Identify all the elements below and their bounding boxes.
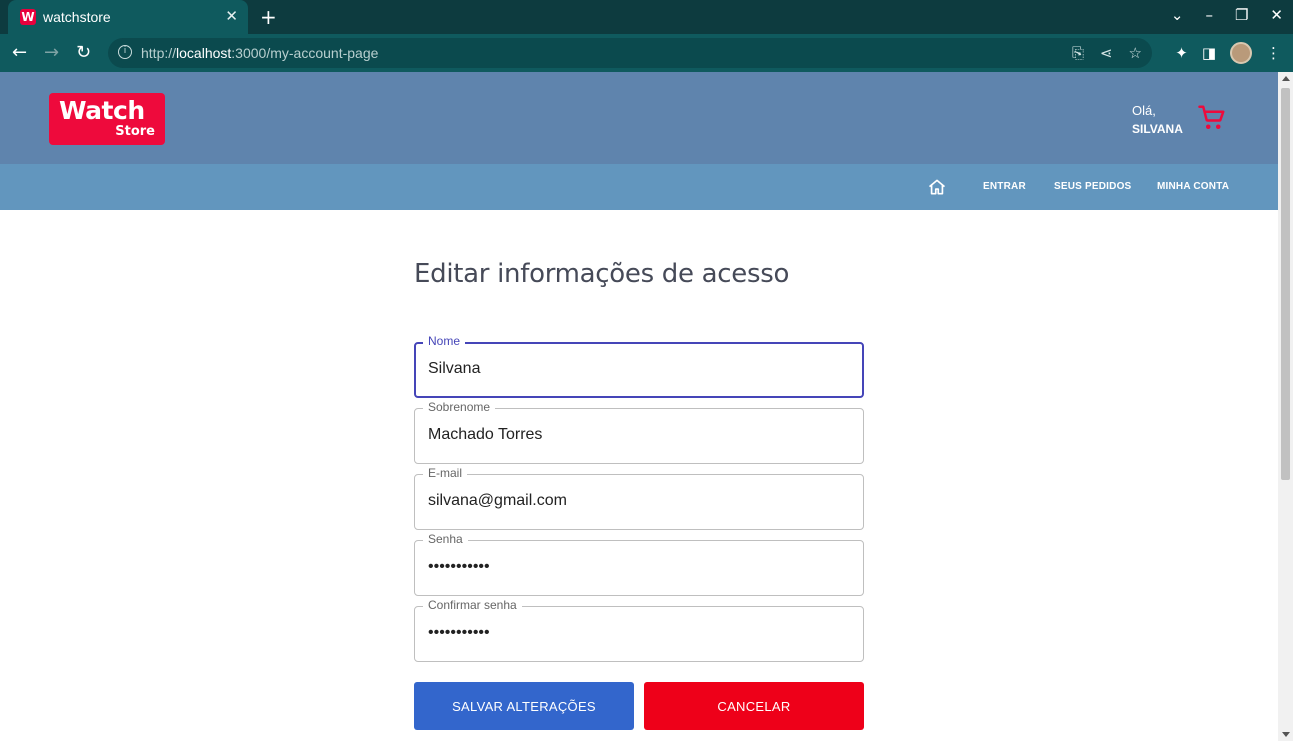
side-panel-icon[interactable]: ◨ xyxy=(1202,44,1216,62)
home-icon[interactable] xyxy=(927,177,947,197)
user-greeting: Olá, SILVANA xyxy=(1132,102,1183,138)
close-tab-icon[interactable]: ✕ xyxy=(225,7,238,25)
extensions-icon[interactable]: ✦ xyxy=(1175,44,1188,62)
confirm-password-field[interactable]: Confirmar senha xyxy=(414,598,864,662)
browser-tab[interactable]: W watchstore ✕ xyxy=(8,0,248,34)
page-title: Editar informações de acesso xyxy=(414,259,790,289)
greeting-text: Olá, xyxy=(1132,103,1156,118)
browser-tab-bar: W watchstore ✕ + ⌄ – ❐ ✕ xyxy=(0,0,1293,34)
back-icon[interactable]: ← xyxy=(12,42,27,63)
share-icon[interactable]: ⋖ xyxy=(1100,44,1113,62)
scroll-up-icon[interactable] xyxy=(1282,76,1290,81)
last-name-input[interactable] xyxy=(428,426,848,444)
user-name: SILVANA xyxy=(1132,122,1183,136)
site-nav: ENTRAR SEUS PEDIDOS MINHA CONTA xyxy=(0,164,1278,210)
nav-link-minha-conta[interactable]: MINHA CONTA xyxy=(1157,181,1229,192)
minimize-icon[interactable]: – xyxy=(1205,6,1213,24)
email-input[interactable] xyxy=(428,492,848,510)
close-window-icon[interactable]: ✕ xyxy=(1270,6,1283,24)
tab-title: watchstore xyxy=(43,9,111,25)
address-bar[interactable]: i http://localhost:3000/my-account-page … xyxy=(108,38,1152,68)
nav-link-seus-pedidos[interactable]: SEUS PEDIDOS xyxy=(1054,181,1131,192)
last-name-field[interactable]: Sobrenome xyxy=(414,400,864,464)
first-name-input[interactable] xyxy=(428,360,848,378)
profile-avatar[interactable] xyxy=(1230,42,1252,64)
field-label: Senha xyxy=(423,532,468,546)
first-name-field[interactable]: Nome xyxy=(414,334,864,398)
email-field[interactable]: E-mail xyxy=(414,466,864,530)
page-scrollbar[interactable] xyxy=(1278,72,1293,741)
menu-kebab-icon[interactable]: ⋮ xyxy=(1266,44,1281,62)
watchstore-logo[interactable]: Watch Store xyxy=(49,93,165,145)
translate-icon[interactable]: ⎘ xyxy=(1072,44,1084,62)
restore-icon[interactable]: ❐ xyxy=(1235,6,1248,24)
reload-icon[interactable]: ↻ xyxy=(76,42,91,63)
site-info-icon[interactable]: i xyxy=(118,45,132,59)
shopping-cart-icon[interactable] xyxy=(1197,103,1227,133)
url-text: http://localhost:3000/my-account-page xyxy=(141,45,379,61)
favicon-icon: W xyxy=(20,9,36,25)
field-label: Nome xyxy=(423,334,466,348)
new-tab-icon[interactable]: + xyxy=(260,5,277,29)
tab-search-icon[interactable]: ⌄ xyxy=(1171,6,1184,24)
browser-toolbar: ← → ↻ i http://localhost:3000/my-account… xyxy=(0,34,1293,72)
cancel-button[interactable]: CANCELAR xyxy=(644,682,864,730)
window-controls: ⌄ – ❐ ✕ xyxy=(1171,6,1283,24)
save-button[interactable]: SALVAR ALTERAÇÕES xyxy=(414,682,634,730)
confirm-password-input[interactable] xyxy=(428,624,848,642)
page-viewport: Watch Store Olá, SILVANA ENTRAR SEUS PED… xyxy=(0,72,1278,741)
field-label: Confirmar senha xyxy=(423,598,522,612)
password-input[interactable] xyxy=(428,558,848,576)
bookmark-star-icon[interactable]: ☆ xyxy=(1129,44,1142,62)
field-label: Sobrenome xyxy=(423,400,496,414)
scroll-down-icon[interactable] xyxy=(1282,732,1290,737)
site-header: Watch Store Olá, SILVANA xyxy=(0,72,1278,164)
password-field[interactable]: Senha xyxy=(414,532,864,596)
scrollbar-thumb[interactable] xyxy=(1281,88,1290,480)
forward-icon[interactable]: → xyxy=(44,42,59,63)
field-label: E-mail xyxy=(423,466,468,480)
nav-link-entrar[interactable]: ENTRAR xyxy=(983,181,1026,192)
